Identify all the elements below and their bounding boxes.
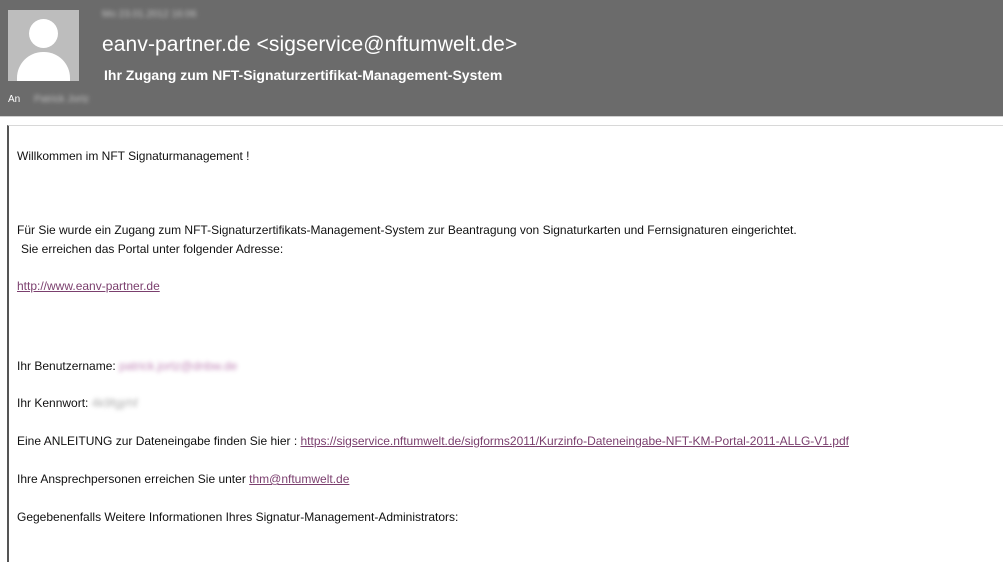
greeting-text: Willkommen im NFT Signaturmanagement !: [17, 149, 250, 163]
password-row: Ihr Kennwort: 4k9fgjrhf: [17, 396, 138, 410]
guide-label: Eine ANLEITUNG zur Dateneingabe finden S…: [17, 434, 298, 448]
message-body: Willkommen im NFT Signaturmanagement ! F…: [7, 125, 1003, 562]
email-header: Mo 23.01.2012 16:06 eanv-partner.de <sig…: [0, 0, 1003, 116]
username-value[interactable]: patrick.jortz@dnbw.de: [119, 359, 237, 373]
guide-link[interactable]: https://sigservice.nftumwelt.de/sigforms…: [301, 434, 849, 448]
avatar-person-icon: [29, 19, 58, 48]
contact-label: Ihre Ansprechpersonen erreichen Sie unte…: [17, 472, 246, 486]
sender-avatar: [8, 10, 79, 81]
contact-row: Ihre Ansprechpersonen erreichen Sie unte…: [17, 472, 349, 486]
recipient-label: An: [8, 94, 21, 105]
header-divider: [0, 116, 1003, 117]
recipient-value[interactable]: Patrick Jortz: [34, 94, 89, 105]
additional-info-text: Gegebenenfalls Weitere Informationen Ihr…: [17, 510, 459, 524]
contact-email-link[interactable]: thm@nftumwelt.de: [249, 472, 349, 486]
sent-date: Mo 23.01.2012 16:06: [102, 9, 197, 20]
email-subject: Ihr Zugang zum NFT-Signaturzertifikat-Ma…: [104, 67, 503, 83]
password-label: Ihr Kennwort:: [17, 396, 89, 410]
intro-text-2: Sie erreichen das Portal unter folgender…: [21, 242, 284, 256]
username-label: Ihr Benutzername:: [17, 359, 116, 373]
password-value: 4k9fgjrhf: [91, 396, 138, 410]
intro-text-1: Für Sie wurde ein Zugang zum NFT-Signatu…: [17, 223, 797, 237]
username-row: Ihr Benutzername: patrick.jortz@dnbw.de: [17, 359, 237, 373]
guide-row: Eine ANLEITUNG zur Dateneingabe finden S…: [17, 434, 849, 448]
sender-name[interactable]: eanv-partner.de <sigservice@nftumwelt.de…: [102, 33, 517, 57]
portal-link[interactable]: http://www.eanv-partner.de: [17, 279, 160, 293]
